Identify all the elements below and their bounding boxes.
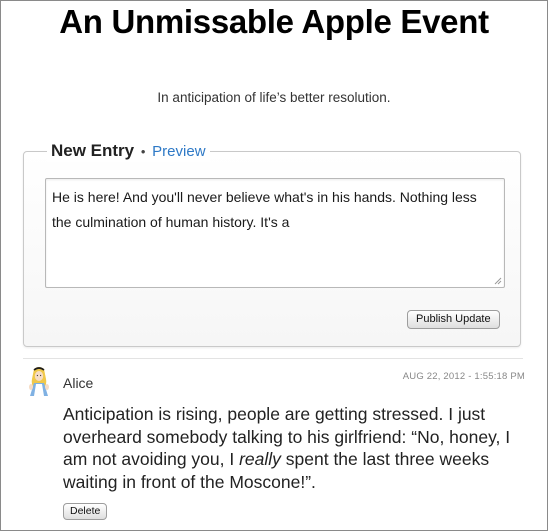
entry-form-legend: New Entry • Preview bbox=[47, 141, 210, 162]
post-body: Anticipation is rising, people are getti… bbox=[63, 403, 523, 493]
preview-link[interactable]: Preview bbox=[152, 143, 205, 160]
post-text: Anticipation is rising, people are getti… bbox=[63, 403, 523, 493]
entry-text-value: He is here! And you'll never believe wha… bbox=[52, 189, 477, 230]
alice-avatar-icon bbox=[29, 367, 49, 396]
publish-update-button[interactable]: Publish Update bbox=[407, 310, 500, 329]
resize-grip-icon[interactable] bbox=[494, 277, 502, 285]
new-entry-title: New Entry bbox=[51, 141, 135, 160]
tagline: In anticipation of life’s better resolut… bbox=[157, 90, 391, 105]
page-title: An Unmissable Apple Event bbox=[59, 3, 489, 40]
post-timestamp: AUG 22, 2012 - 1:55:18 PM bbox=[402, 371, 525, 382]
new-entry-form: New Entry • Preview He is here! And you'… bbox=[23, 141, 521, 347]
entry-textarea[interactable]: He is here! And you'll never believe wha… bbox=[45, 178, 505, 288]
legend-separator: • bbox=[140, 144, 146, 159]
post-author: Alice bbox=[63, 375, 94, 391]
divider bbox=[23, 358, 523, 359]
post-text-emphasis: really bbox=[239, 449, 281, 469]
delete-post-button[interactable]: Delete bbox=[63, 503, 108, 520]
